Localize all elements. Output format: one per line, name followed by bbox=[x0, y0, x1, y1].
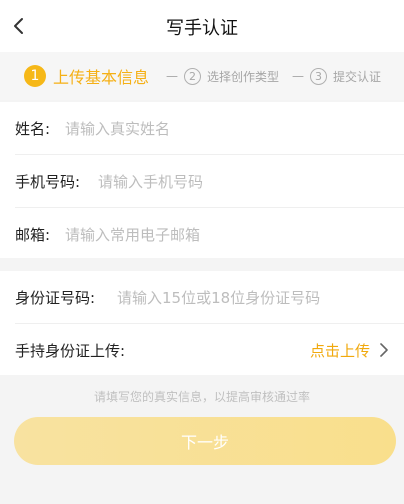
phone-input[interactable]: 请输入手机号码 bbox=[98, 171, 203, 192]
name-label: 姓名: bbox=[15, 119, 51, 138]
email-label: 邮箱: bbox=[15, 225, 51, 244]
tip-text: 请填写您的真实信息，以提高审核通过率 bbox=[93, 390, 310, 404]
name-row[interactable]: 姓名: 请输入真实姓名 bbox=[0, 102, 404, 154]
step-1-number: 1 bbox=[24, 65, 46, 87]
step-separator: — bbox=[292, 69, 304, 83]
id-photo-row[interactable]: 手持身份证上传: 点击上传 bbox=[0, 324, 404, 376]
step-1: 1 上传基本信息 bbox=[24, 65, 149, 87]
id-number-input[interactable]: 请输入15位或18位身份证号码 bbox=[117, 287, 320, 308]
step-1-label: 上传基本信息 bbox=[53, 68, 150, 87]
phone-row[interactable]: 手机号码: 请输入手机号码 bbox=[0, 155, 404, 207]
step-3: — 3 提交认证 bbox=[292, 65, 381, 87]
page-title: 写手认证 bbox=[166, 18, 238, 39]
step-2-number: 2 bbox=[184, 67, 201, 85]
step-indicator: 1 上传基本信息 — 2 选择创作类型 — 3 提交认证 bbox=[0, 52, 404, 100]
step-separator: — bbox=[166, 69, 178, 83]
step-3-label: 提交认证 bbox=[333, 69, 382, 84]
identity-form: 身份证号码: 请输入15位或18位身份证号码 手持身份证上传: 点击上传 bbox=[0, 271, 404, 375]
phone-label: 手机号码: bbox=[15, 172, 81, 191]
id-number-row[interactable]: 身份证号码: 请输入15位或18位身份证号码 bbox=[0, 271, 404, 323]
chevron-right-icon[interactable] bbox=[378, 342, 390, 358]
nav-bar: 写手认证 bbox=[0, 0, 404, 52]
email-input[interactable]: 请输入常用电子邮箱 bbox=[65, 224, 200, 245]
step-2: — 2 选择创作类型 bbox=[166, 65, 279, 87]
name-input[interactable]: 请输入真实姓名 bbox=[65, 118, 170, 139]
basic-info-form: 姓名: 请输入真实姓名 手机号码: 请输入手机号码 邮箱: 请输入常用电子邮箱 bbox=[0, 102, 404, 258]
next-button[interactable]: 下一步 bbox=[14, 417, 396, 465]
step-2-label: 选择创作类型 bbox=[207, 69, 280, 84]
id-number-label: 身份证号码: bbox=[15, 288, 96, 307]
upload-link[interactable]: 点击上传 bbox=[310, 340, 370, 361]
id-photo-label: 手持身份证上传: bbox=[15, 341, 126, 360]
step-3-number: 3 bbox=[310, 67, 327, 85]
email-row[interactable]: 邮箱: 请输入常用电子邮箱 bbox=[0, 208, 404, 260]
